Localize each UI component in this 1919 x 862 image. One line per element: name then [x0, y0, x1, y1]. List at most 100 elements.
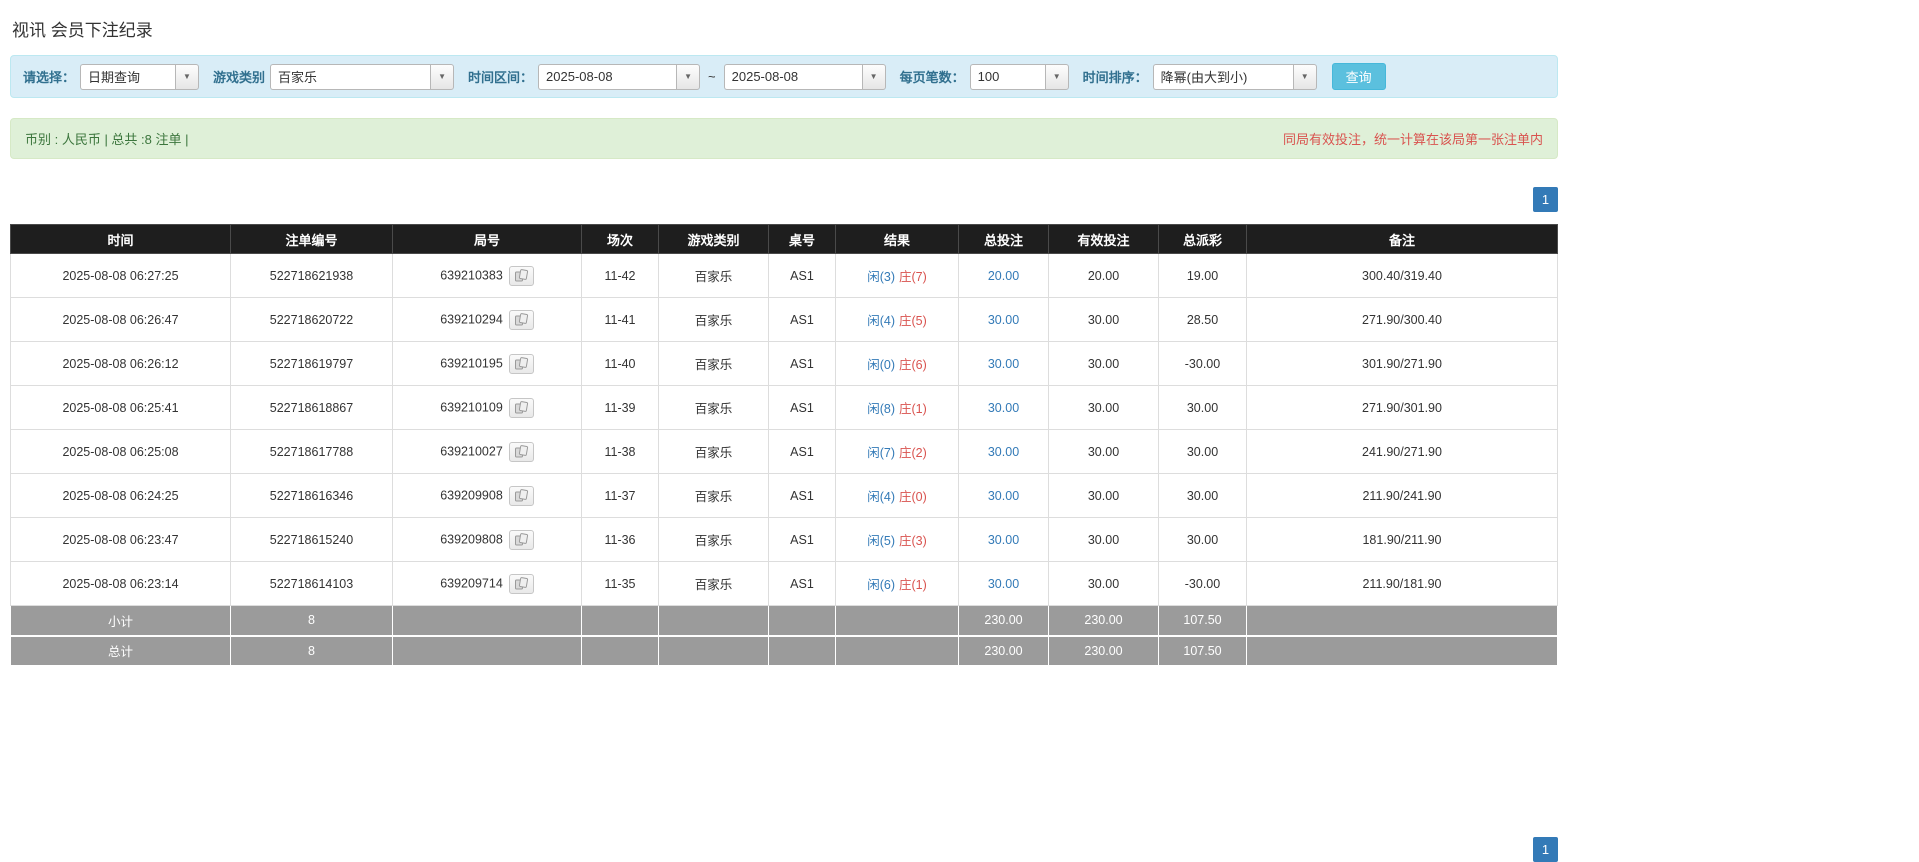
chevron-down-icon[interactable]: ▼: [430, 63, 455, 90]
cell-valid-bet: 30.00: [1048, 517, 1159, 562]
cell-session: 11-42: [581, 253, 659, 298]
view-cards-button[interactable]: [508, 573, 534, 594]
page-size-label: 每页笔数：: [899, 70, 965, 85]
view-cards-button[interactable]: [508, 309, 534, 330]
result-banker: 庄(1): [899, 578, 927, 592]
result-player: 闲(6): [867, 578, 895, 592]
time-sort-label: 时间排序：: [1082, 70, 1148, 85]
game-type-label: 游戏类别: [213, 70, 266, 85]
cell-result: 闲(6) 庄(1): [835, 561, 959, 606]
cell-time: 2025-08-08 06:25:41: [10, 385, 231, 430]
cell-game-type: 百家乐: [658, 561, 769, 606]
view-cards-button[interactable]: [508, 397, 534, 418]
result-player: 闲(7): [867, 446, 895, 460]
table-body: 2025-08-08 06:27:25 522718621938 6392103…: [10, 253, 1558, 606]
table-row: 2025-08-08 06:27:25 522718621938 6392103…: [10, 253, 1558, 298]
round-number: 639209714: [440, 575, 503, 590]
date-from-input[interactable]: [538, 63, 677, 90]
game-type-input[interactable]: [270, 63, 431, 90]
subtotal-payout: 107.50: [1158, 605, 1247, 637]
result-player: 闲(5): [867, 534, 895, 548]
pagination-page-1[interactable]: 1: [1533, 187, 1558, 212]
cell-valid-bet: 30.00: [1048, 385, 1159, 430]
total-bet-link[interactable]: 30.00: [988, 577, 1019, 591]
result-player: 闲(4): [867, 490, 895, 504]
cell-table-no: AS1: [768, 253, 836, 298]
date-query-input[interactable]: [80, 63, 176, 90]
cell-table-no: AS1: [768, 429, 836, 474]
cell-time: 2025-08-08 06:26:47: [10, 297, 231, 342]
result-player: 闲(0): [867, 358, 895, 372]
cell-result: 闲(3) 庄(7): [835, 253, 959, 298]
view-cards-button[interactable]: [508, 441, 534, 462]
view-cards-button[interactable]: [508, 353, 534, 374]
cell-round: 639210109: [392, 385, 582, 430]
table-header-row: 时间 注单编号 局号 场次 游戏类别 桌号 结果 总投注 有效投注 总派彩 备注: [10, 224, 1558, 254]
summary-bar: 币别 : 人民币 | 总共 :8 注单 | 同局有效投注，统一计算在该局第一张注…: [10, 118, 1558, 159]
cell-bet-id: 522718616346: [230, 473, 393, 518]
time-sort-input[interactable]: [1152, 63, 1293, 90]
cell-payout: 30.00: [1158, 517, 1247, 562]
table-row: 2025-08-08 06:25:41 522718618867 6392101…: [10, 385, 1558, 430]
cell-valid-bet: 30.00: [1048, 429, 1159, 474]
view-cards-button[interactable]: [508, 529, 534, 550]
currency-total-text: 币别 : 人民币 | 总共 :8 注单 |: [25, 132, 189, 147]
table-row: 2025-08-08 06:23:14 522718614103 6392097…: [10, 561, 1558, 606]
cell-table-no: AS1: [768, 473, 836, 518]
search-button[interactable]: 查询: [1331, 63, 1386, 90]
cell-payout: -30.00: [1158, 561, 1247, 606]
total-bet-link[interactable]: 30.00: [988, 489, 1019, 503]
cell-payout: 30.00: [1158, 429, 1247, 474]
total-bet-link[interactable]: 30.00: [988, 313, 1019, 327]
cell-total-bet: 30.00: [958, 385, 1049, 430]
cell-session: 11-36: [581, 517, 659, 562]
cell-valid-bet: 30.00: [1048, 473, 1159, 518]
total-bet-link[interactable]: 20.00: [988, 269, 1019, 283]
table-row: 2025-08-08 06:25:08 522718617788 6392100…: [10, 429, 1558, 474]
header-game-type: 游戏类别: [658, 224, 769, 254]
pagination-top: 1: [10, 187, 1558, 212]
header-payout: 总派彩: [1158, 224, 1247, 254]
cell-session: 11-37: [581, 473, 659, 518]
cell-session: 11-35: [581, 561, 659, 606]
chevron-down-icon[interactable]: ▼: [1044, 63, 1069, 90]
chevron-down-icon[interactable]: ▼: [861, 63, 886, 90]
cell-result: 闲(4) 庄(0): [835, 473, 959, 518]
cell-remark: 301.90/271.90: [1246, 341, 1558, 386]
total-bet-link[interactable]: 30.00: [988, 533, 1019, 547]
chevron-down-icon[interactable]: ▼: [676, 63, 701, 90]
header-time: 时间: [10, 224, 231, 254]
total-bet-link[interactable]: 30.00: [988, 401, 1019, 415]
cell-session: 11-38: [581, 429, 659, 474]
cell-game-type: 百家乐: [658, 517, 769, 562]
result-player: 闲(8): [867, 402, 895, 416]
total-label: 总计: [10, 635, 231, 667]
table-row: 2025-08-08 06:24:25 522718616346 6392099…: [10, 473, 1558, 518]
total-bet-link[interactable]: 30.00: [988, 357, 1019, 371]
page-container: 视讯 会员下注纪录 请选择： ▼ 游戏类别 ▼ 时间区间： ▼ ~ ▼ 每页笔数…: [10, 0, 1558, 862]
game-type-combobox: ▼: [270, 63, 455, 90]
result-banker: 庄(1): [899, 402, 927, 416]
total-bet-link[interactable]: 30.00: [988, 445, 1019, 459]
cell-result: 闲(5) 庄(3): [835, 517, 959, 562]
total-payout: 107.50: [1158, 635, 1247, 667]
page-size-input[interactable]: [969, 63, 1045, 90]
header-total-bet: 总投注: [958, 224, 1049, 254]
chevron-down-icon[interactable]: ▼: [1292, 63, 1317, 90]
cell-game-type: 百家乐: [658, 385, 769, 430]
cell-bet-id: 522718621938: [230, 253, 393, 298]
view-cards-button[interactable]: [508, 485, 534, 506]
date-to-input[interactable]: [723, 63, 862, 90]
chevron-down-icon[interactable]: ▼: [175, 63, 200, 90]
cell-valid-bet: 30.00: [1048, 297, 1159, 342]
result-banker: 庄(7): [899, 270, 927, 284]
result-banker: 庄(5): [899, 314, 927, 328]
pagination-page-1[interactable]: 1: [1533, 836, 1558, 862]
cell-result: 闲(8) 庄(1): [835, 385, 959, 430]
header-remark: 备注: [1246, 224, 1558, 254]
cards-icon: [514, 445, 528, 458]
date-range-separator: ~: [708, 69, 716, 84]
view-cards-button[interactable]: [508, 265, 534, 286]
round-number: 639210027: [440, 443, 503, 458]
cell-remark: 211.90/241.90: [1246, 473, 1558, 518]
